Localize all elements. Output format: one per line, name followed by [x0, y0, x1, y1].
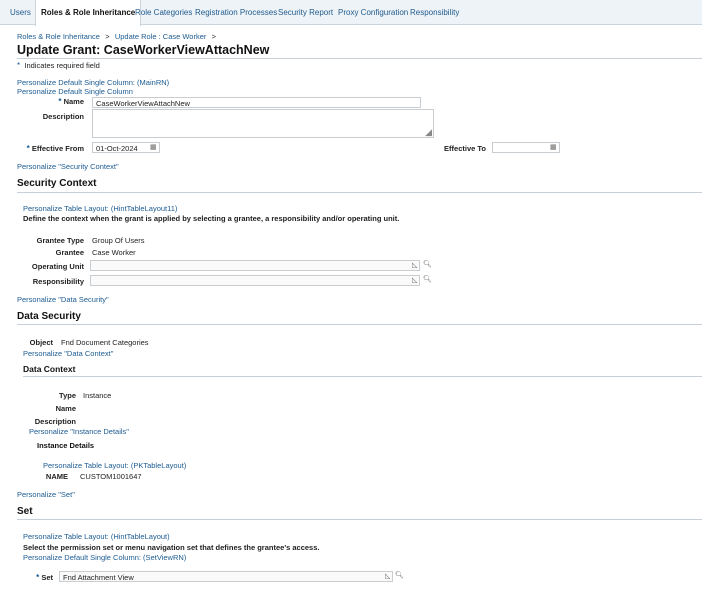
- title-divider: [17, 58, 702, 59]
- type-value: Instance: [83, 391, 112, 400]
- resize-grip-icon[interactable]: ◢: [425, 128, 432, 137]
- personalize-security-context-link[interactable]: Personalize "Security Context": [17, 162, 119, 171]
- personalize-default-single-column-link[interactable]: Personalize Default Single Column: [17, 87, 133, 96]
- tab-bar: Users Roles & Role Inheritance Role Cate…: [0, 0, 702, 26]
- tab-responsibility[interactable]: Responsibility: [405, 0, 464, 25]
- security-context-heading: Security Context: [17, 178, 97, 189]
- tab-security-report[interactable]: Security Report: [273, 0, 338, 25]
- grantee-value: Case Worker: [92, 248, 136, 257]
- security-context-instructions: Define the context when the grant is app…: [23, 214, 400, 223]
- set-label: * Set: [25, 573, 53, 582]
- set-instructions: Select the permission set or menu naviga…: [23, 543, 320, 552]
- pk-name-label: NAME: [45, 472, 68, 481]
- breadcrumb-separator: >: [211, 32, 217, 41]
- data-security-heading: Data Security: [17, 311, 81, 322]
- description-textarea[interactable]: ◢: [92, 109, 434, 138]
- set-label-text: Set: [41, 573, 53, 582]
- section-divider: [17, 324, 702, 325]
- breadcrumb-separator: >: [105, 32, 110, 41]
- responsibility-label: Responsibility: [32, 277, 84, 286]
- required-star: *: [36, 573, 40, 582]
- object-value: Fnd Document Categories: [61, 338, 149, 347]
- personalize-main-rn-link[interactable]: Personalize Default Single Column: (Main…: [17, 78, 169, 87]
- tab-roles-role-inheritance[interactable]: Roles & Role Inheritance: [35, 0, 142, 26]
- personalize-set-link[interactable]: Personalize "Set": [17, 490, 75, 499]
- object-label: Object: [29, 338, 53, 347]
- tab-proxy-configuration[interactable]: Proxy Configuration: [333, 0, 413, 25]
- name-input[interactable]: CaseWorkerViewAttachNew: [92, 97, 421, 108]
- tab-role-categories[interactable]: Role Categories: [130, 0, 197, 25]
- clear-icon[interactable]: ◺: [412, 262, 417, 270]
- required-note-text: Indicates required field: [24, 61, 100, 70]
- section-divider: [17, 192, 702, 193]
- required-star: *: [26, 144, 30, 153]
- operating-unit-input[interactable]: [90, 260, 420, 271]
- search-icon[interactable]: 🔍︎: [423, 276, 432, 284]
- clear-icon[interactable]: ◺: [385, 573, 390, 581]
- search-icon[interactable]: 🔍︎: [423, 261, 432, 269]
- section-divider: [23, 376, 702, 377]
- breadcrumb-roles[interactable]: Roles & Role Inheritance: [17, 32, 100, 41]
- effective-from-label: * Effective From: [20, 144, 84, 153]
- data-context-heading: Data Context: [23, 364, 76, 374]
- grantee-type-value: Group Of Users: [92, 236, 145, 245]
- set-input[interactable]: Fnd Attachment View: [59, 571, 393, 582]
- required-note: * Indicates required field: [17, 61, 100, 70]
- tab-registration-processes[interactable]: Registration Processes: [190, 0, 282, 25]
- personalize-instance-details-link[interactable]: Personalize "Instance Details": [29, 427, 129, 436]
- section-divider: [17, 519, 702, 520]
- operating-unit-label: Operating Unit: [31, 262, 84, 271]
- name-label-text: Name: [63, 97, 84, 106]
- breadcrumb: Roles & Role Inheritance > Update Role :…: [17, 32, 216, 41]
- set-heading: Set: [17, 506, 33, 517]
- type-label: Type: [59, 391, 76, 400]
- effective-to-label: Effective To: [444, 144, 486, 153]
- required-star: *: [17, 61, 21, 70]
- tab-users[interactable]: Users: [5, 0, 36, 25]
- effective-from-label-text: Effective From: [31, 144, 84, 153]
- instance-details-heading: Instance Details: [37, 441, 95, 450]
- calendar-icon[interactable]: ▦: [550, 144, 557, 152]
- personalize-hint-table-link[interactable]: Personalize Table Layout: (HintTableLayo…: [23, 532, 170, 541]
- personalize-data-security-link[interactable]: Personalize "Data Security": [17, 295, 109, 304]
- clear-icon[interactable]: ◺: [412, 277, 417, 285]
- required-star: *: [58, 97, 62, 106]
- pk-name-value: CUSTOM1001647: [80, 472, 142, 481]
- personalize-data-context-link[interactable]: Personalize "Data Context": [23, 349, 113, 358]
- description-label: Description: [42, 112, 84, 121]
- grantee-type-label: Grantee Type: [36, 236, 84, 245]
- personalize-hint-table-11-link[interactable]: Personalize Table Layout: (HintTableLayo…: [23, 204, 177, 213]
- personalize-pk-table-link[interactable]: Personalize Table Layout: (PKTableLayout…: [43, 461, 186, 470]
- data-context-description-label: Description: [34, 417, 76, 426]
- responsibility-input[interactable]: [90, 275, 420, 286]
- search-icon[interactable]: 🔍︎: [395, 572, 404, 580]
- breadcrumb-update-role[interactable]: Update Role : Case Worker: [115, 32, 207, 41]
- name-label: * Name: [30, 97, 84, 106]
- data-context-name-label: Name: [55, 404, 76, 413]
- page-title: Update Grant: CaseWorkerViewAttachNew: [17, 43, 270, 57]
- personalize-set-view-rn-link[interactable]: Personalize Default Single Column: (SetV…: [23, 553, 186, 562]
- grantee-label: Grantee: [55, 248, 84, 257]
- calendar-icon[interactable]: ▦: [150, 144, 157, 152]
